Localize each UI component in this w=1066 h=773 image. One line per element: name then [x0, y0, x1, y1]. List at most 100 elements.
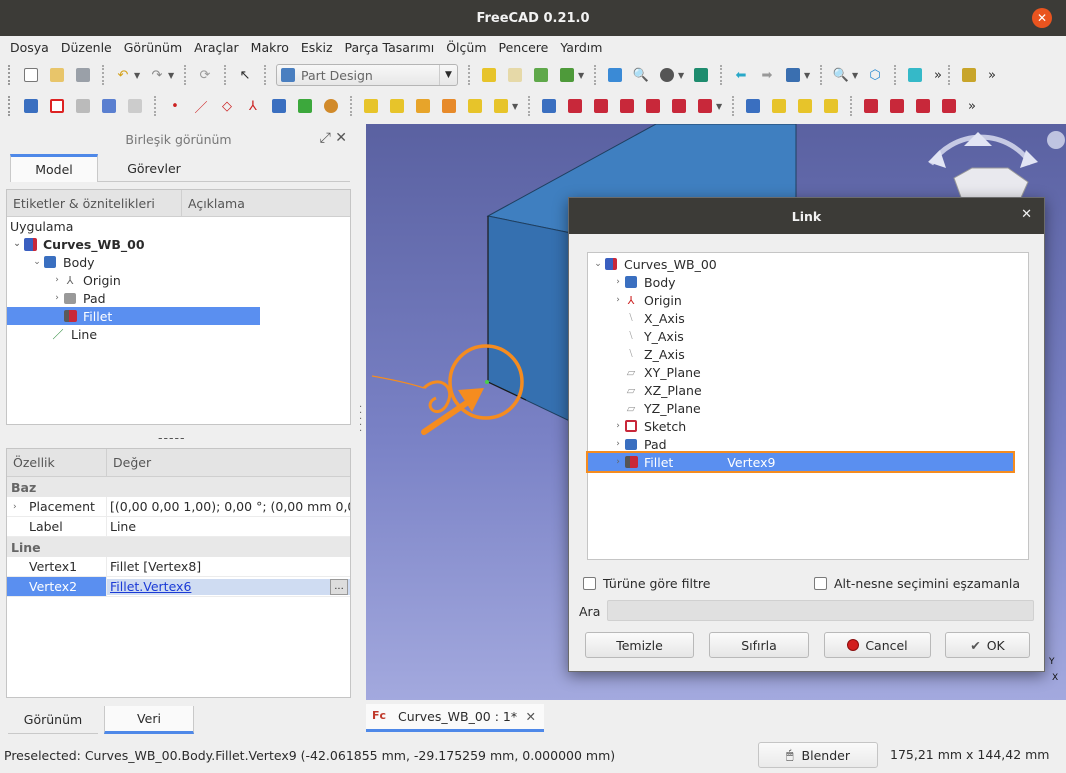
nav-cube-menu-icon[interactable]	[1047, 131, 1065, 149]
tree-item-body[interactable]: ⌄ Body	[7, 253, 350, 271]
model-tree[interactable]: Etiketler & öznitelikleri Açıklama Uygul…	[6, 189, 351, 425]
link-tree-item-x-axis[interactable]: ⧵ X_Axis	[588, 309, 1028, 327]
save-icon[interactable]	[72, 64, 94, 86]
column-value[interactable]: Değer	[107, 455, 151, 470]
tab-model[interactable]: Model	[10, 154, 98, 182]
menu-macro[interactable]: Makro	[245, 40, 295, 55]
ok-button[interactable]: ✔ OK	[945, 632, 1030, 658]
chevron-down-icon[interactable]: ▼	[578, 71, 588, 80]
datum-line-icon[interactable]: ／	[190, 95, 212, 117]
link-tree-item-z-axis[interactable]: ⧵ Z_Axis	[588, 345, 1028, 363]
forward-icon[interactable]: ➡	[756, 64, 778, 86]
link-tree-item-yz-plane[interactable]: ▱ YZ_Plane	[588, 399, 1028, 417]
more-tools-button[interactable]: »	[968, 99, 976, 114]
helix-icon[interactable]	[464, 95, 486, 117]
pocket-icon[interactable]	[538, 95, 560, 117]
revolution-icon[interactable]	[386, 95, 408, 117]
chevron-right-icon[interactable]: ›	[612, 295, 624, 305]
datum-plane-icon[interactable]: ◇	[216, 95, 238, 117]
menu-part-design[interactable]: Parça Tasarımı	[339, 40, 441, 55]
splitter-handle[interactable]: -----	[158, 430, 186, 445]
chevron-right-icon[interactable]: ›	[51, 275, 63, 285]
tree-item-pad[interactable]: › Pad	[7, 289, 350, 307]
pad-icon[interactable]	[360, 95, 382, 117]
chevron-down-icon[interactable]: ⌄	[11, 239, 23, 249]
column-labels[interactable]: Etiketler & öznitelikleri	[7, 190, 182, 216]
tree-item-document[interactable]: ⌄ Curves_WB_00	[7, 235, 350, 253]
vertical-splitter[interactable]: · · · · ·	[359, 403, 362, 437]
nav-cube-face[interactable]	[953, 167, 1029, 201]
chevron-right-icon[interactable]: ›	[612, 421, 624, 431]
tree-item-line[interactable]: ／ Line	[7, 325, 350, 343]
local-cs-icon[interactable]: ⅄	[242, 95, 264, 117]
draft-icon[interactable]	[912, 95, 934, 117]
property-row-placement[interactable]: › Placement [(0,00 0,00 1,00); 0,00 °; (0…	[7, 497, 350, 517]
chevron-down-icon[interactable]: ▼	[804, 71, 814, 80]
close-icon[interactable]: ✕	[335, 130, 347, 146]
chevron-down-icon[interactable]: ▼	[134, 71, 144, 80]
search-input[interactable]	[607, 600, 1034, 621]
fit-selection-icon[interactable]: 🔍	[630, 64, 652, 86]
part-icon[interactable]	[478, 64, 500, 86]
chevron-down-icon[interactable]: ▼	[512, 102, 522, 111]
group-line[interactable]: Line	[7, 537, 350, 557]
menu-tools[interactable]: Araçlar	[188, 40, 245, 55]
link-make-icon[interactable]	[530, 64, 552, 86]
chevron-down-icon[interactable]: ▼	[716, 102, 726, 111]
link-tree-item-pad[interactable]: › Pad	[588, 435, 1028, 453]
fit-all-icon[interactable]	[604, 64, 626, 86]
loft-icon[interactable]	[412, 95, 434, 117]
property-editor[interactable]: Özellik Değer Baz › Placement [(0,00 0,00…	[6, 448, 351, 698]
link-tree-item-sketch[interactable]: › Sketch	[588, 417, 1028, 435]
menu-measure[interactable]: Ölçüm	[440, 40, 492, 55]
chevron-down-icon[interactable]: ▼	[678, 71, 688, 80]
link-tree-item-y-axis[interactable]: ⧵ Y_Axis	[588, 327, 1028, 345]
linear-pattern-icon[interactable]	[768, 95, 790, 117]
cube-icon[interactable]	[904, 64, 926, 86]
chevron-down-icon[interactable]: ▼	[852, 71, 862, 80]
link-tree-item-xy-plane[interactable]: ▱ XY_Plane	[588, 363, 1028, 381]
property-row-vertex1[interactable]: Vertex1 Fillet [Vertex8]	[7, 557, 350, 577]
chevron-right-icon[interactable]: ›	[13, 502, 17, 512]
menu-view[interactable]: Görünüm	[118, 40, 188, 55]
tab-data[interactable]: Veri	[104, 706, 194, 734]
multi-transform-icon[interactable]	[820, 95, 842, 117]
close-icon[interactable]: ✕	[1021, 207, 1032, 222]
link-tree-item-origin[interactable]: › ⅄ Origin	[588, 291, 1028, 309]
edit-link-button[interactable]: ...	[330, 578, 348, 595]
sync-subelement-option[interactable]: Alt-nesne seçimini eşzamanla	[814, 576, 1020, 591]
open-folder-icon[interactable]	[46, 64, 68, 86]
vertex2-link-value[interactable]: Fillet.Vertex6	[110, 579, 191, 594]
sync-subelement-checkbox[interactable]	[814, 577, 827, 590]
chevron-right-icon[interactable]: ›	[612, 277, 624, 287]
clone-icon[interactable]	[124, 95, 146, 117]
subtractive-primitive-icon[interactable]	[694, 95, 716, 117]
fillet-icon[interactable]	[860, 95, 882, 117]
new-file-icon[interactable]	[20, 64, 42, 86]
menu-help[interactable]: Yardım	[554, 40, 608, 55]
subtractive-helix-icon[interactable]	[668, 95, 690, 117]
undo-icon[interactable]: ↶	[112, 64, 134, 86]
vertex-point[interactable]	[485, 380, 489, 384]
chevron-down-icon[interactable]: ▼	[168, 71, 178, 80]
close-window-button[interactable]: ✕	[1032, 8, 1052, 28]
link-tree-item-document[interactable]: ⌄ Curves_WB_00	[588, 255, 1028, 273]
float-icon[interactable]: ⤢	[320, 130, 331, 146]
mirrored-icon[interactable]	[742, 95, 764, 117]
more-tools-button[interactable]: »	[988, 68, 996, 83]
more-tools-button[interactable]: »	[934, 68, 942, 83]
clone-body-icon[interactable]	[320, 95, 342, 117]
document-tab[interactable]: Fc Curves_WB_00 : 1* ✕	[366, 704, 544, 732]
chamfer-icon[interactable]	[886, 95, 908, 117]
isometric-icon[interactable]: ⬡	[864, 64, 886, 86]
whats-this-icon[interactable]: ↖	[234, 64, 256, 86]
body-icon[interactable]	[20, 95, 42, 117]
measure-icon[interactable]: 🔍	[830, 64, 852, 86]
property-row-label[interactable]: Label Line	[7, 517, 350, 537]
back-icon[interactable]: ⬅	[730, 64, 752, 86]
filter-by-type-checkbox[interactable]	[583, 577, 596, 590]
chevron-down-icon[interactable]: ⌄	[592, 259, 604, 269]
link-actions-icon[interactable]	[556, 64, 578, 86]
navigation-style-button[interactable]: 🖱 Blender	[758, 742, 878, 768]
menu-sketch[interactable]: Eskiz	[295, 40, 339, 55]
